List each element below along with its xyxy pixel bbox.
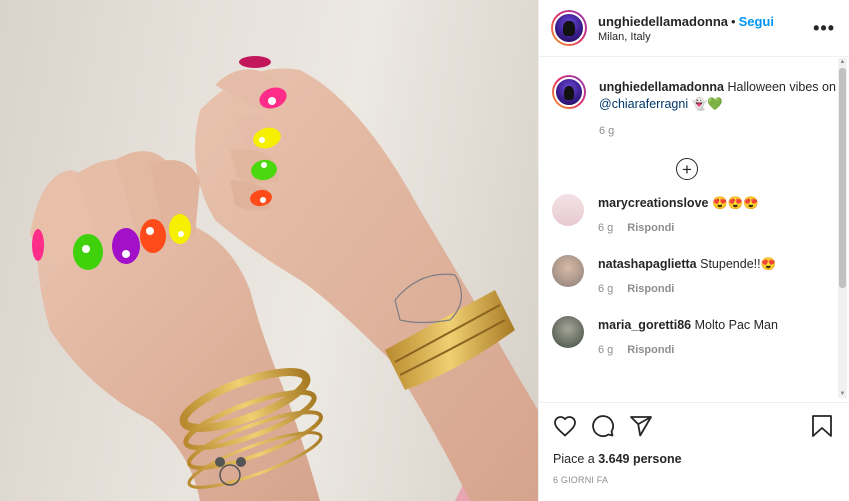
- caption-emojis: 👻💚: [691, 97, 723, 111]
- comment-username[interactable]: natashapaglietta: [598, 257, 697, 271]
- commenter-avatar[interactable]: [552, 194, 584, 226]
- commenter-avatar[interactable]: [552, 316, 584, 348]
- comment-icon[interactable]: [591, 414, 615, 438]
- post-actions: Piace a 3.649 persone 6 GIORNI FA: [539, 402, 849, 485]
- post-photo[interactable]: [0, 0, 538, 501]
- hands-illustration: [30, 56, 538, 501]
- caption-text: Halloween vibes on: [727, 80, 836, 94]
- caption-time[interactable]: 6 g: [599, 125, 614, 137]
- reply-button[interactable]: Rispondi: [627, 283, 674, 295]
- comments-list: unghiedellamadonna Halloween vibes on @c…: [539, 58, 837, 398]
- comment-time[interactable]: 6 g: [598, 283, 613, 295]
- reply-button[interactable]: Rispondi: [627, 222, 674, 234]
- follow-button[interactable]: Segui: [739, 14, 774, 29]
- comment-time[interactable]: 6 g: [598, 222, 613, 234]
- caption-username[interactable]: unghiedellamadonna: [599, 80, 724, 94]
- comment-body: marycreationslove 😍😍😍 6 g Rispondi: [598, 194, 837, 234]
- caption-body: unghiedellamadonna Halloween vibes on @c…: [599, 75, 837, 137]
- action-icons: [553, 413, 833, 439]
- heart-icon[interactable]: [553, 415, 577, 437]
- post-header: unghiedellamadonna • Segui Milan, Italy ••…: [539, 0, 849, 57]
- comments-scrollbar[interactable]: ▲ ▼: [838, 58, 847, 398]
- share-icon[interactable]: [629, 414, 653, 438]
- scroll-up-arrow-icon[interactable]: ▲: [839, 59, 846, 65]
- likes-count[interactable]: Piace a 3.649 persone: [553, 452, 833, 466]
- post-date[interactable]: 6 GIORNI FA: [553, 475, 833, 485]
- comment-username[interactable]: marycreationslove: [598, 196, 708, 210]
- likes-number[interactable]: 3.649 persone: [598, 452, 681, 466]
- comment-row: maria_goretti86 Molto Pac Man 6 g Rispond…: [539, 316, 837, 356]
- caption-mention[interactable]: @chiaraferragni: [599, 97, 688, 111]
- reply-button[interactable]: Rispondi: [627, 344, 674, 356]
- author-username[interactable]: unghiedellamadonna: [598, 14, 728, 29]
- caption-avatar[interactable]: [552, 75, 586, 109]
- likes-prefix: Piace a: [553, 452, 595, 466]
- commenter-avatar[interactable]: [552, 255, 584, 287]
- post-sidebar: unghiedellamadonna • Segui Milan, Italy ••…: [538, 0, 849, 501]
- header-text: unghiedellamadonna • Segui Milan, Italy: [598, 13, 813, 43]
- comment-text: Stupende!!😍: [700, 257, 777, 271]
- comment-body: natashapaglietta Stupende!!😍 6 g Rispondi: [598, 255, 837, 295]
- separator-dot: •: [731, 14, 736, 29]
- comment-text: Molto Pac Man: [694, 318, 778, 332]
- scrollbar-thumb[interactable]: [839, 68, 846, 288]
- location-link[interactable]: Milan, Italy: [598, 31, 813, 43]
- scroll-down-arrow-icon[interactable]: ▼: [839, 391, 846, 397]
- load-more-comments-button[interactable]: +: [676, 158, 698, 180]
- comment-text: 😍😍😍: [711, 196, 759, 210]
- caption-meta: 6 g: [599, 125, 837, 137]
- comment-time[interactable]: 6 g: [598, 344, 613, 356]
- comment-username[interactable]: maria_goretti86: [598, 318, 691, 332]
- comment-body: maria_goretti86 Molto Pac Man 6 g Rispond…: [598, 316, 837, 356]
- caption-row: unghiedellamadonna Halloween vibes on @c…: [539, 75, 837, 137]
- post-modal: unghiedellamadonna • Segui Milan, Italy ••…: [0, 0, 849, 501]
- comment-row: natashapaglietta Stupende!!😍 6 g Rispondi: [539, 255, 837, 295]
- comment-row: marycreationslove 😍😍😍 6 g Rispondi: [539, 194, 837, 234]
- more-options-icon[interactable]: •••: [813, 18, 835, 39]
- author-avatar[interactable]: [551, 10, 587, 46]
- bookmark-icon[interactable]: [811, 414, 833, 438]
